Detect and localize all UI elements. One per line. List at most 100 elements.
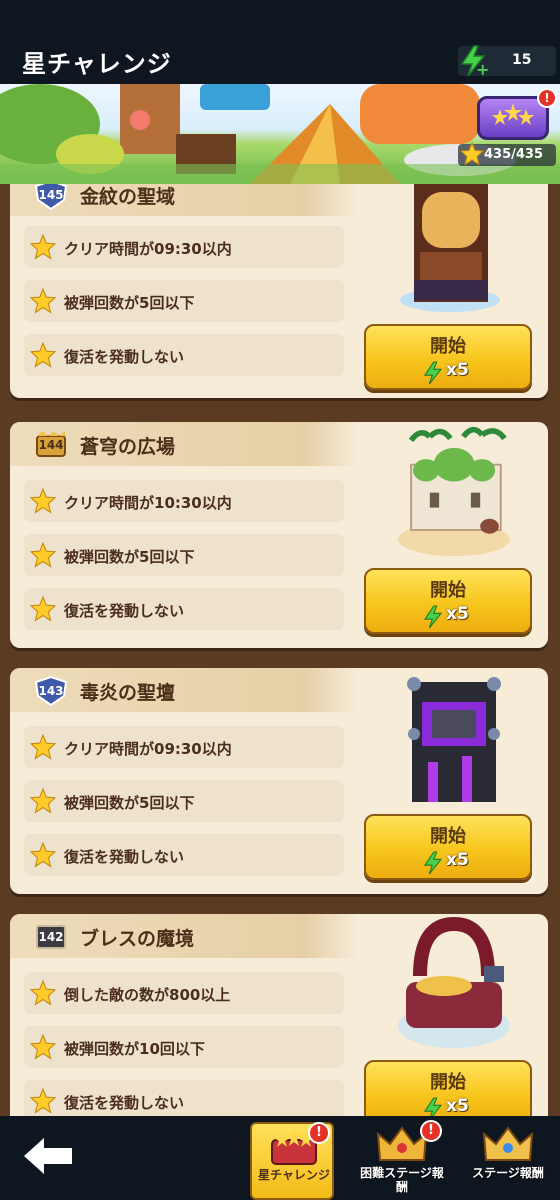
- condition-row: 復活を発動しない: [24, 1080, 344, 1116]
- condition-row: 被弾回数が5回以下: [24, 534, 344, 576]
- condition-text: 倒した敵の数が800以上: [64, 986, 231, 1004]
- condition-row: 復活を発動しない: [24, 588, 344, 630]
- start-button[interactable]: 開始 x5: [364, 814, 532, 880]
- back-arrow-icon: [24, 1138, 72, 1174]
- cost-value: x5: [446, 604, 469, 624]
- chest-alert-badge: !: [537, 88, 557, 108]
- cost: x5: [422, 360, 469, 390]
- condition-text: 復活を発動しない: [64, 602, 185, 620]
- star-icon: [30, 288, 56, 314]
- stage-title: ブレスの魔境: [80, 928, 195, 950]
- star-icon: [30, 234, 56, 260]
- challenge-card: 142 ブレスの魔境 倒した敵の数が800以上 被弾回数が10回以下 復活を発動…: [10, 914, 548, 1116]
- condition-text: 被弾回数が5回以下: [64, 794, 195, 812]
- cost: x5: [422, 1096, 469, 1116]
- tab-label: 困難ステージ報酬: [360, 1166, 444, 1194]
- star-icon: [30, 788, 56, 814]
- page-title: 星チャレンジ: [22, 50, 172, 78]
- tab-star-challenge[interactable]: 星チャレンジ !: [250, 1122, 334, 1200]
- condition-row: 被弾回数が10回以下: [24, 1026, 344, 1068]
- cost-value: x5: [446, 360, 469, 380]
- tab-hard-stage-reward[interactable]: 困難ステージ報酬 !: [360, 1120, 444, 1200]
- energy-counter[interactable]: + 15: [458, 45, 556, 79]
- stage-thumbnail: [398, 916, 510, 1048]
- condition-text: 被弾回数が5回以下: [64, 294, 195, 312]
- stage-thumbnail: [398, 426, 511, 557]
- challenge-card: 143 毒炎の聖壇 クリア時間が09:30以内 被弾回数が5回以下 復活を発動し…: [10, 668, 548, 894]
- condition-text: 被弾回数が10回以下: [64, 1040, 205, 1058]
- start-button-label: 開始: [430, 580, 466, 601]
- cost: x5: [422, 604, 469, 634]
- condition-row: 被弾回数が5回以下: [24, 780, 344, 822]
- star-icon: [30, 842, 56, 868]
- tab-label: ステージ報酬: [472, 1166, 544, 1180]
- condition-row: クリア時間が09:30以内: [24, 226, 344, 268]
- level-number: 145: [38, 188, 64, 202]
- star-progress: 435/435: [458, 142, 556, 166]
- condition-row: 復活を発動しない: [24, 834, 344, 876]
- bottom-nav: 星チャレンジ ! 困難ステージ報酬 ! ステージ報酬: [0, 1116, 560, 1200]
- condition-row: クリア時間が09:30以内: [24, 726, 344, 768]
- card-header: 142 ブレスの魔境: [10, 914, 358, 958]
- energy-bolt-icon: [423, 361, 443, 385]
- star-icon: [30, 1088, 56, 1114]
- cost-value: x5: [446, 850, 469, 870]
- star-reward-chest[interactable]: !: [473, 88, 557, 144]
- level-number: 144: [38, 438, 64, 452]
- condition-row: 復活を発動しない: [24, 334, 344, 376]
- condition-text: 復活を発動しない: [64, 348, 185, 366]
- start-button[interactable]: 開始 x5: [364, 568, 532, 634]
- challenge-card: 145 金紋の聖域 クリア時間が09:30以内 被弾回数が5回以下 復活を発動し…: [10, 184, 548, 398]
- star-icon: [30, 542, 56, 568]
- challenge-card: 144 蒼穹の広場 クリア時間が10:30以内 被弾回数が5回以下 復活を発動し…: [10, 422, 548, 648]
- alert-badge: !: [308, 1122, 330, 1144]
- cost-value: x5: [446, 1096, 469, 1116]
- condition-text: 復活を発動しない: [64, 1094, 185, 1112]
- condition-row: 被弾回数が5回以下: [24, 280, 344, 322]
- level-number: 142: [38, 930, 64, 944]
- condition-text: 被弾回数が5回以下: [64, 548, 195, 566]
- level-badge: 143: [34, 675, 68, 707]
- condition-row: クリア時間が10:30以内: [24, 480, 344, 522]
- level-number: 143: [38, 684, 64, 698]
- condition-text: クリア時間が09:30以内: [64, 240, 232, 258]
- start-button[interactable]: 開始 x5: [364, 324, 532, 390]
- start-button[interactable]: 開始 x5: [364, 1060, 532, 1116]
- stage-title: 金紋の聖域: [80, 186, 176, 208]
- stage-thumbnail: [400, 184, 500, 312]
- cost: x5: [422, 850, 469, 880]
- condition-text: クリア時間が10:30以内: [64, 494, 232, 512]
- energy-bolt-icon: [423, 605, 443, 629]
- tab-label: 星チャレンジ: [258, 1168, 330, 1182]
- stage-title: 毒炎の聖壇: [80, 682, 176, 704]
- top-bar: 星チャレンジ + 15: [0, 0, 560, 84]
- back-button[interactable]: [22, 1136, 74, 1176]
- condition-text: クリア時間が09:30以内: [64, 740, 232, 758]
- card-header: 145 金紋の聖域: [10, 184, 358, 216]
- star-icon: [30, 980, 56, 1006]
- condition-row: 倒した敵の数が800以上: [24, 972, 344, 1014]
- stage-thumbnail: [407, 677, 501, 802]
- alert-badge: !: [420, 1120, 442, 1142]
- energy-bolt-icon: [423, 851, 443, 875]
- level-badge: 144: [34, 430, 68, 460]
- energy-plus-icon[interactable]: +: [476, 60, 489, 79]
- crown-icon: [482, 1126, 534, 1161]
- chest-stars-icon: [492, 103, 534, 125]
- level-badge: 142: [34, 922, 68, 952]
- challenge-list[interactable]: 145 金紋の聖域 クリア時間が09:30以内 被弾回数が5回以下 復活を発動し…: [0, 184, 560, 1116]
- stage-title: 蒼穹の広場: [80, 436, 176, 458]
- star-icon: [30, 734, 56, 760]
- energy-value: 15: [512, 52, 532, 68]
- condition-text: 復活を発動しない: [64, 848, 185, 866]
- card-header: 143 毒炎の聖壇: [10, 668, 358, 712]
- star-icon: [30, 342, 56, 368]
- star-progress-text: 435/435: [484, 147, 544, 162]
- energy-bolt-icon: [423, 1097, 443, 1116]
- start-button-label: 開始: [430, 826, 466, 847]
- star-icon: [30, 1034, 56, 1060]
- star-icon: [30, 488, 56, 514]
- tab-stage-reward[interactable]: ステージ報酬: [466, 1122, 550, 1200]
- start-button-label: 開始: [430, 336, 466, 357]
- start-button-label: 開始: [430, 1072, 466, 1093]
